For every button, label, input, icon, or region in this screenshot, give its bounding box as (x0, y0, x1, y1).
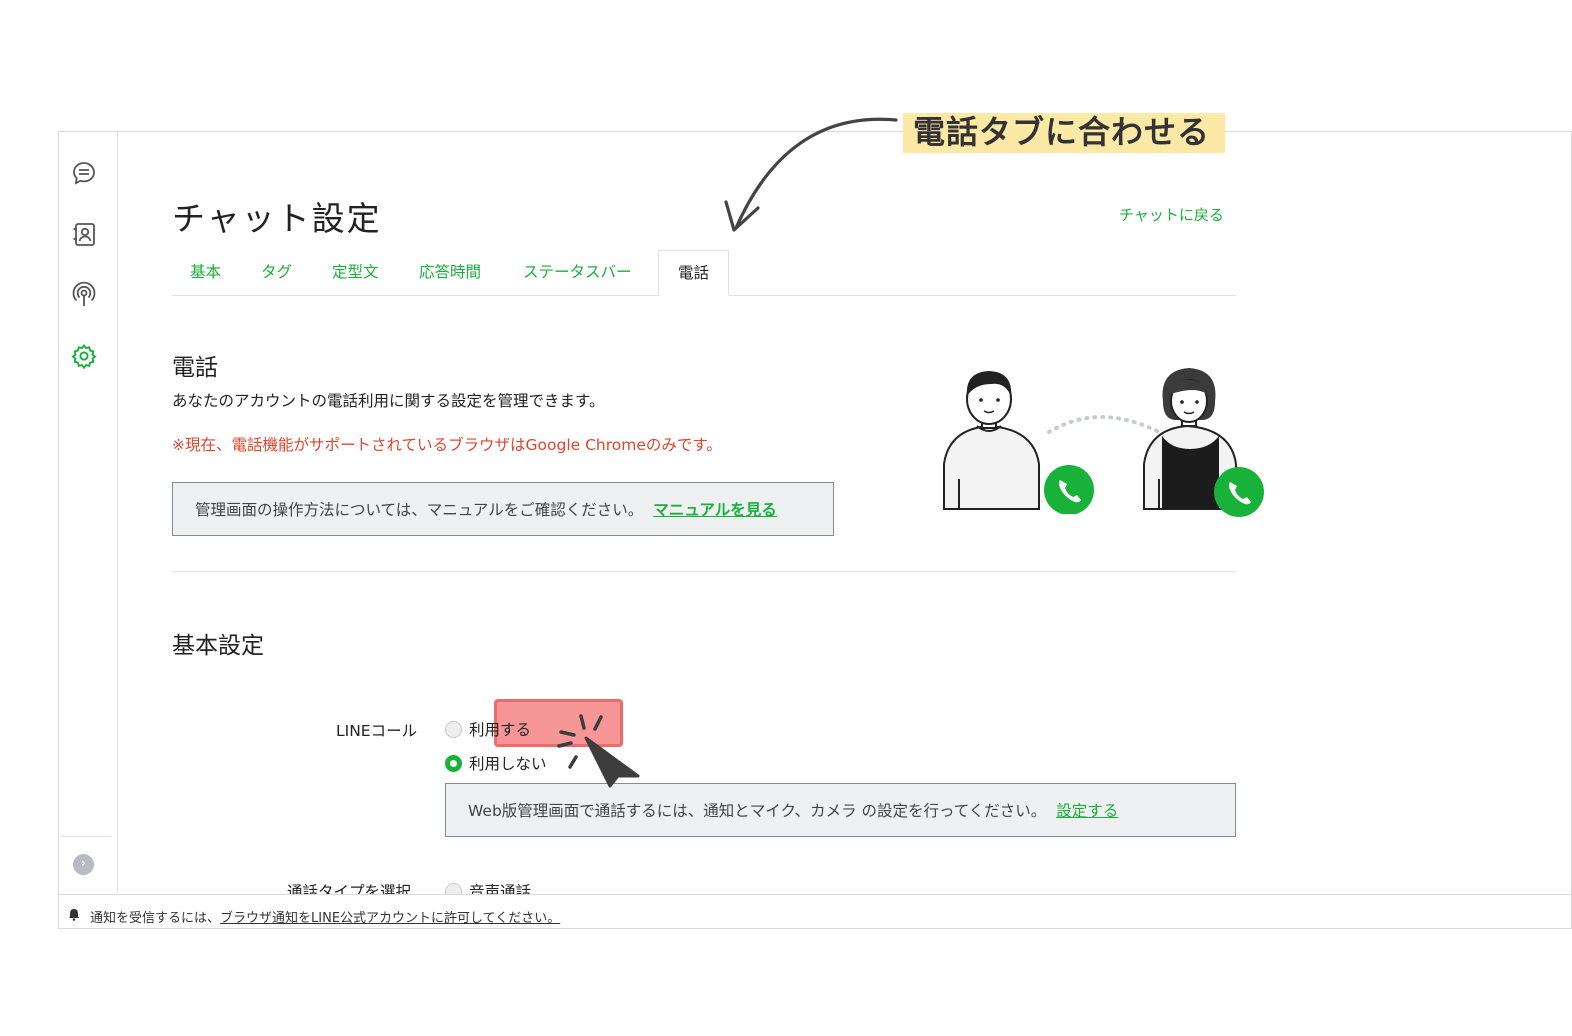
notification-prefix: 通知を受信するには、 (90, 911, 221, 926)
phone-icon (1214, 467, 1264, 517)
radio-use[interactable]: 利用する (445, 718, 531, 740)
page-title: チャット設定 (172, 199, 382, 238)
radio-use-label: 利用する (469, 721, 532, 739)
radio-not-use-label: 利用しない (469, 755, 547, 773)
radio-voice-call[interactable]: 音声通話 (445, 880, 531, 894)
main-content: チャット設定 チャットに戻る 基本 タグ 定型文 応答時間 ステータスバー 電話… (119, 132, 1571, 894)
cursor-click-icon (557, 714, 640, 788)
annotation-text: 電話タブに合わせる (913, 113, 1211, 151)
radio-not-use-dot[interactable] (445, 754, 462, 772)
manual-notice: 管理画面の操作方法については、マニュアルをご確認ください。 マニュアルを見る (172, 482, 834, 536)
basic-settings-title: 基本設定 (172, 633, 264, 659)
broadcast-icon[interactable] (68, 279, 100, 311)
phone-description: あなたのアカウントの電話利用に関する設定を管理できます。 (172, 392, 605, 410)
radio-voice-call-dot[interactable] (445, 882, 462, 894)
call-type-label: 通話タイプを選択 (287, 883, 412, 894)
curved-arrow-icon (724, 117, 898, 232)
app-window: › チャット設定 チャットに戻る 基本 タグ 定型文 応答時間 ステータスバー … (58, 131, 1572, 929)
notification-text: 通知を受信するには、ブラウザ通知をLINE公式アカウントに許可してください。 (90, 907, 560, 926)
settings-link[interactable]: 設定する (1056, 799, 1118, 821)
radio-voice-call-label: 音声通話 (469, 883, 532, 894)
sidebar: › (59, 132, 118, 894)
section-divider (172, 571, 1236, 572)
browser-warning: ※現在、電話機能がサポートされているブラウザはGoogle Chromeのみです… (172, 436, 722, 454)
contacts-icon[interactable] (68, 218, 100, 250)
settings-icon[interactable] (68, 340, 100, 372)
radio-use-dot[interactable] (445, 720, 462, 738)
line-call-label: LINEコール (336, 722, 418, 740)
manual-notice-text: 管理画面の操作方法については、マニュアルをご確認ください。 (195, 501, 644, 519)
phone-call-illustration (943, 368, 1239, 514)
phone-icon (1044, 465, 1094, 514)
notification-bar: 通知を受信するには、ブラウザ通知をLINE公式アカウントに許可してください。 (59, 894, 1571, 928)
tab-status-bar[interactable]: ステータスバー (523, 250, 632, 296)
phone-section-title: 電話 (172, 355, 218, 381)
chat-icon[interactable] (68, 157, 100, 189)
chevron-right-icon[interactable]: › (73, 854, 94, 875)
sidebar-divider (61, 836, 111, 837)
tab-templates[interactable]: 定型文 (332, 250, 379, 296)
web-settings-notice: Web版管理画面で通話するには、通知とマイク、カメラ の設定を行ってください。 … (445, 783, 1236, 837)
bell-icon (69, 909, 79, 921)
web-notice-text: Web版管理画面で通話するには、通知とマイク、カメラ の設定を行ってください。 (468, 802, 1047, 820)
back-to-chat-link[interactable]: チャットに戻る (1119, 204, 1224, 225)
tab-tags[interactable]: タグ (261, 250, 292, 296)
radio-not-use[interactable]: 利用しない (445, 752, 547, 774)
settings-tabs: 基本 タグ 定型文 応答時間 ステータスバー 電話 (172, 250, 1236, 296)
browser-permission-link[interactable]: ブラウザ通知をLINE公式アカウントに許可してください。 (220, 911, 560, 926)
tab-phone[interactable]: 電話 (658, 250, 729, 296)
tab-basic[interactable]: 基本 (190, 250, 221, 296)
tab-response-hours[interactable]: 応答時間 (419, 250, 481, 296)
manual-link[interactable]: マニュアルを見る (653, 498, 777, 520)
